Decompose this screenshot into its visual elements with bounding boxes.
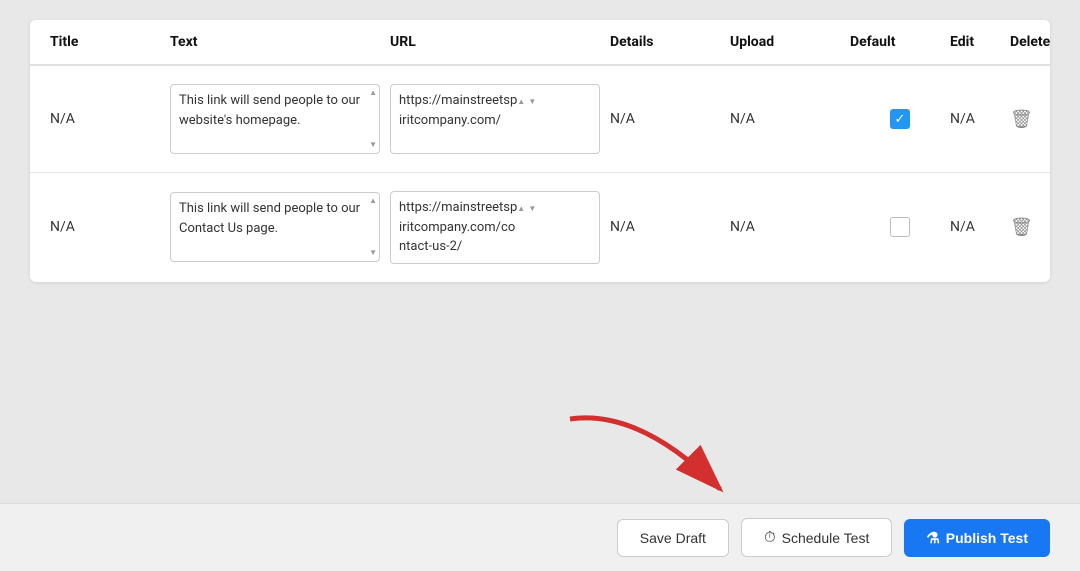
- row2-url-scroll-up[interactable]: ▲: [517, 204, 525, 213]
- col-delete: Delete: [1010, 34, 1050, 50]
- row1-url-cell: https://mainstreetspiritcompany.com/ ▲ ▼: [390, 84, 610, 154]
- main-content: Title Text URL Details Upload Default Ed…: [0, 0, 1080, 282]
- schedule-label: Schedule Test: [782, 530, 870, 546]
- row2-url-content: https://mainstreetspiritcompany.com/cont…: [399, 198, 517, 257]
- row1-details: N/A: [610, 111, 730, 127]
- row1-url-scroll-up[interactable]: ▲: [517, 97, 525, 106]
- row2-url-scroll: ▲ ▼: [517, 198, 536, 218]
- table-container: Title Text URL Details Upload Default Ed…: [30, 20, 1050, 282]
- row2-title: N/A: [50, 219, 170, 235]
- col-title: Title: [50, 34, 170, 50]
- row2-checkbox-unchecked[interactable]: [890, 217, 910, 237]
- row2-url-area[interactable]: https://mainstreetspiritcompany.com/cont…: [390, 191, 600, 264]
- schedule-test-button[interactable]: ⏱ Schedule Test: [741, 518, 892, 557]
- row1-scroll-down[interactable]: ▼: [369, 141, 377, 149]
- col-upload: Upload: [730, 34, 850, 50]
- row1-default-cell[interactable]: ✓: [850, 109, 950, 129]
- col-text: Text: [170, 34, 390, 50]
- row1-url-scroll-down[interactable]: ▼: [528, 97, 536, 106]
- row1-upload: N/A: [730, 111, 850, 127]
- row1-edit: N/A: [950, 111, 1010, 127]
- row2-delete-cell[interactable]: 🗑: [1010, 217, 1050, 238]
- row1-title: N/A: [50, 111, 170, 127]
- row2-scroll-up[interactable]: ▲: [369, 197, 377, 205]
- row2-details: N/A: [610, 219, 730, 235]
- row1-text-area[interactable]: This link will send people to our websit…: [170, 84, 380, 154]
- row2-upload: N/A: [730, 219, 850, 235]
- clock-icon: ⏱: [764, 529, 776, 546]
- row2-default-cell[interactable]: [850, 217, 950, 237]
- row1-scroll-up[interactable]: ▲: [369, 89, 377, 97]
- row1-scroll-arrows: ▲ ▼: [369, 85, 377, 153]
- row2-edit: N/A: [950, 219, 1010, 235]
- row2-text-content: This link will send people to our Contac…: [179, 199, 361, 238]
- footer-bar: Save Draft ⏱ Schedule Test ⚗ Publish Tes…: [0, 503, 1080, 571]
- flask-icon: ⚗: [926, 529, 939, 547]
- row2-scroll-down[interactable]: ▼: [369, 249, 377, 257]
- row2-url-cell: https://mainstreetspiritcompany.com/cont…: [390, 191, 610, 264]
- row1-checkbox-checked[interactable]: ✓: [890, 109, 910, 129]
- row1-text-cell: This link will send people to our websit…: [170, 84, 390, 154]
- publish-label: Publish Test: [946, 530, 1028, 546]
- save-draft-button[interactable]: Save Draft: [617, 519, 729, 557]
- col-edit: Edit: [950, 34, 1010, 50]
- row2-text-cell: This link will send people to our Contac…: [170, 192, 390, 262]
- row1-text-content: This link will send people to our websit…: [179, 91, 361, 130]
- row1-url-content: https://mainstreetspiritcompany.com/: [399, 91, 517, 130]
- col-details: Details: [610, 34, 730, 50]
- row2-scroll-arrows: ▲ ▼: [369, 193, 377, 261]
- page-wrapper: Title Text URL Details Upload Default Ed…: [0, 0, 1080, 571]
- trash-icon-2[interactable]: 🗑: [1010, 217, 1033, 238]
- row2-text-area[interactable]: This link will send people to our Contac…: [170, 192, 380, 262]
- row2-url-scroll-down[interactable]: ▼: [528, 204, 536, 213]
- table-header: Title Text URL Details Upload Default Ed…: [30, 20, 1050, 66]
- publish-test-button[interactable]: ⚗ Publish Test: [904, 519, 1050, 557]
- table-row: N/A This link will send people to our Co…: [30, 173, 1050, 282]
- row1-url-area[interactable]: https://mainstreetspiritcompany.com/ ▲ ▼: [390, 84, 600, 154]
- col-default: Default: [850, 34, 950, 50]
- col-url: URL: [390, 34, 610, 50]
- trash-icon[interactable]: 🗑: [1010, 109, 1033, 130]
- row1-url-scroll: ▲ ▼: [517, 91, 536, 111]
- table-row: N/A This link will send people to our we…: [30, 66, 1050, 173]
- row1-delete-cell[interactable]: 🗑: [1010, 109, 1050, 130]
